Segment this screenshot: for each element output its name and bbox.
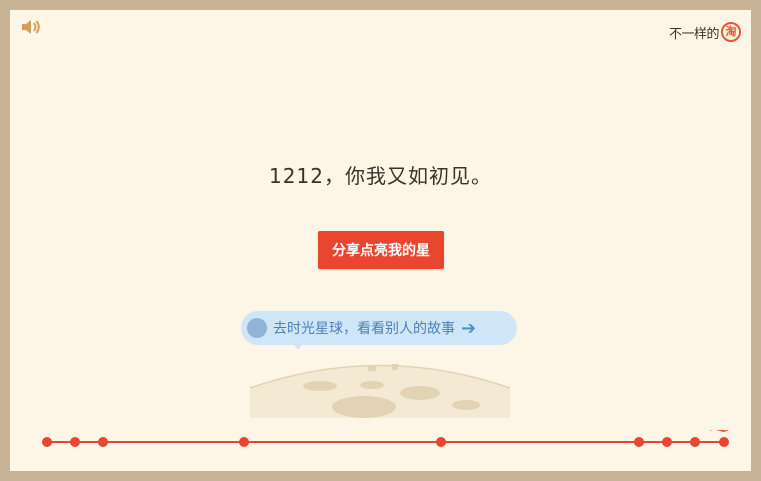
logo-text: 不一样的: [668, 26, 720, 42]
timeline-dot[interactable]: [719, 437, 729, 447]
planet-illustration: [249, 364, 511, 418]
timeline-dot[interactable]: [690, 437, 700, 447]
time-planet-link[interactable]: 去时光星球，看看别人的故事 ➔: [238, 308, 523, 418]
share-button[interactable]: 分享点亮我的星: [318, 231, 444, 269]
timeline-dot[interactable]: [634, 437, 644, 447]
timeline-dot[interactable]: [436, 437, 446, 447]
avatar-icon: [247, 318, 267, 338]
brand-logo[interactable]: 不一样的 淘: [669, 22, 741, 42]
logo-badge: 淘: [721, 22, 741, 42]
timeline-dot[interactable]: [42, 437, 52, 447]
arrow-right-icon: ➔: [461, 317, 477, 339]
timeline-dot[interactable]: [98, 437, 108, 447]
timeline-dot[interactable]: [239, 437, 249, 447]
page-headline: 1212，你我又如初见。: [269, 164, 492, 188]
timeline: [42, 430, 729, 447]
speaker-icon[interactable]: [20, 18, 42, 36]
timeline-dot[interactable]: [70, 437, 80, 447]
planet-link-text: 去时光星球，看看别人的故事: [273, 321, 455, 337]
app-frame: 不一样的 淘 1212，你我又如初见。 分享点亮我的星 去时光星球，看看别人的故…: [10, 10, 751, 471]
rocket-icon: [710, 430, 729, 432]
timeline-dot[interactable]: [662, 437, 672, 447]
speech-bubble[interactable]: 去时光星球，看看别人的故事 ➔: [241, 311, 517, 345]
